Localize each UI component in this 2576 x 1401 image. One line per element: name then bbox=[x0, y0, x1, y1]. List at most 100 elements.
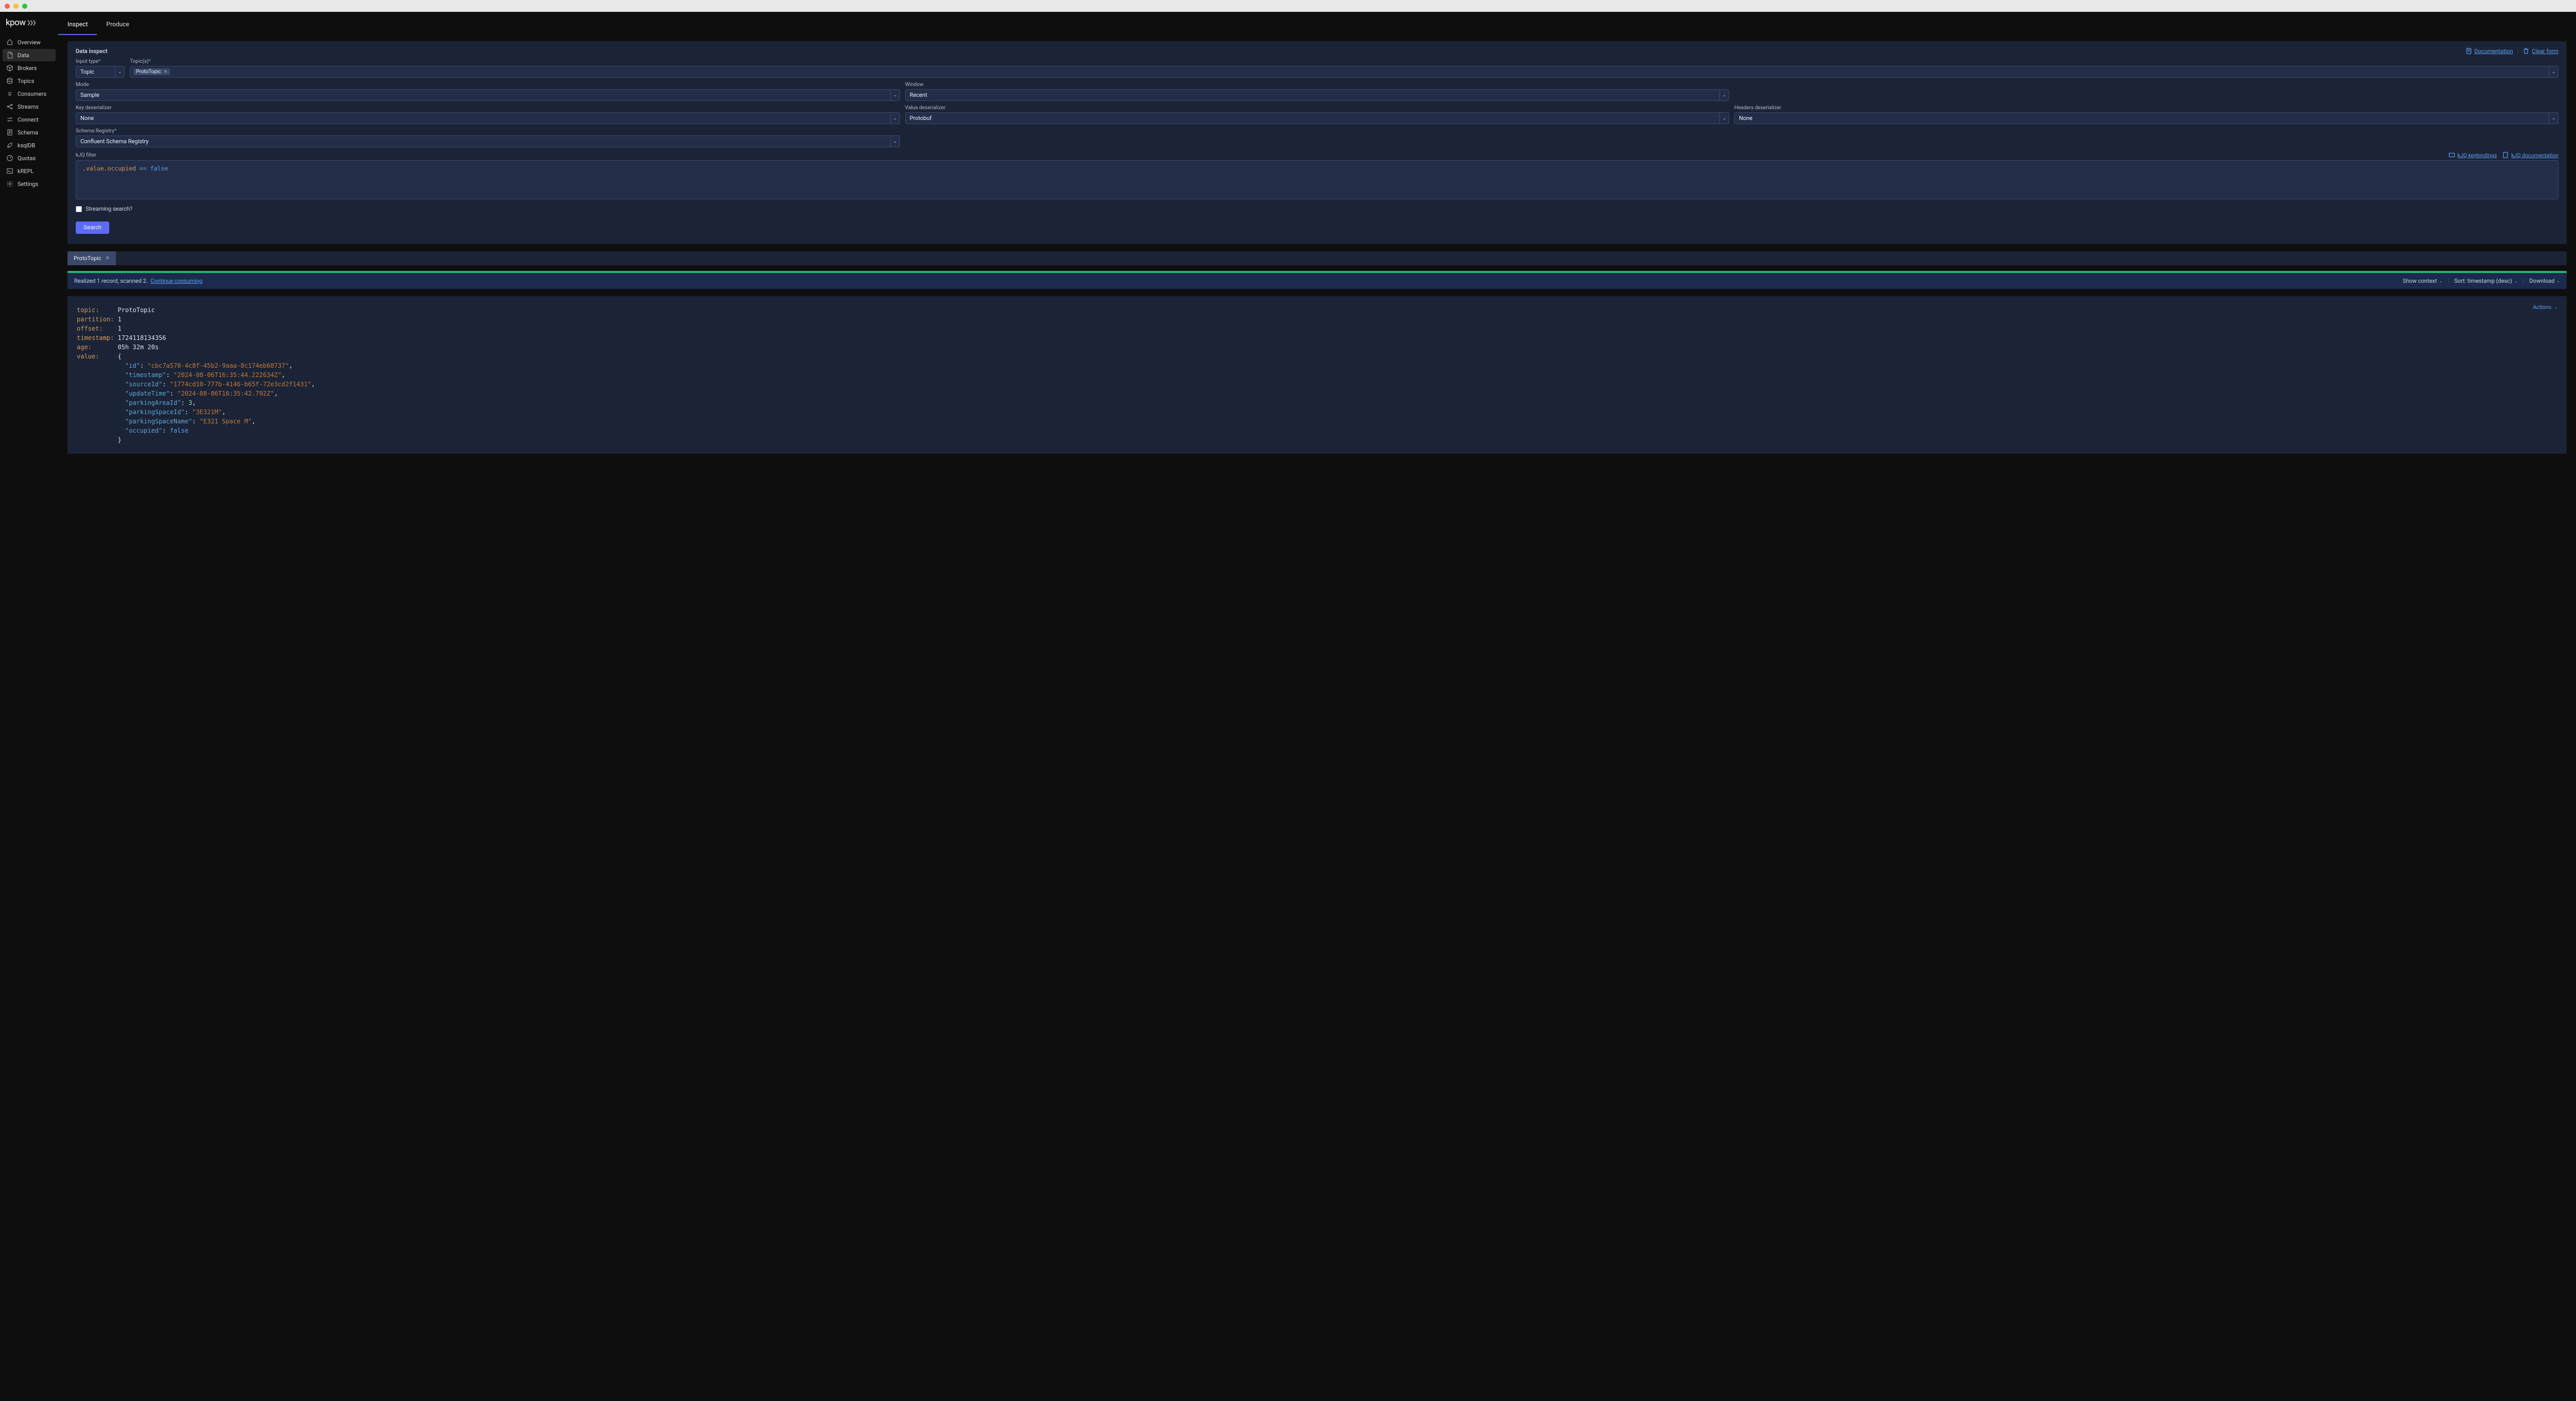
key-deser-label: Key deserializer bbox=[76, 105, 900, 111]
sidebar-item-krepl[interactable]: kREPL bbox=[3, 165, 56, 177]
chevrons-down-icon bbox=[6, 90, 13, 97]
document-icon bbox=[2502, 151, 2509, 159]
schema-registry-value: Confluent Schema Registry bbox=[76, 136, 890, 147]
sidebar-label: Settings bbox=[18, 181, 38, 187]
sidebar-item-topics[interactable]: Topics bbox=[3, 75, 56, 87]
kjq-keybindings-link[interactable]: kJQ keybindings bbox=[2448, 151, 2497, 159]
sidebar-item-overview[interactable]: Overview bbox=[3, 36, 56, 48]
tab-inspect[interactable]: Inspect bbox=[58, 15, 97, 35]
document-icon bbox=[2465, 47, 2472, 55]
val-deser-value: Protobuf bbox=[906, 113, 1720, 124]
status-bar: Realized 1 record, scanned 2. Continue c… bbox=[67, 273, 2567, 289]
chevron-down-icon: ⌄ bbox=[2439, 279, 2443, 283]
close-icon[interactable]: ✕ bbox=[164, 70, 168, 75]
logo-chevrons-icon: ❯❯❯ bbox=[27, 20, 35, 26]
show-context-toggle[interactable]: Show context⌄ bbox=[2403, 278, 2443, 284]
streaming-search-label: Streaming search? bbox=[86, 206, 132, 212]
document-icon bbox=[6, 52, 13, 59]
chevron-down-icon[interactable]: ⌄ bbox=[890, 113, 900, 124]
swap-icon bbox=[6, 116, 13, 123]
gauge-icon bbox=[6, 155, 13, 162]
sidebar-item-connect[interactable]: Connect bbox=[3, 113, 56, 126]
top-tabs: Inspect Produce bbox=[58, 12, 2576, 36]
mode-value: Sample bbox=[76, 90, 890, 100]
record-actions[interactable]: Actions⌄ bbox=[2533, 303, 2557, 312]
sort-toggle[interactable]: Sort: timestamp (desc)⌄ bbox=[2454, 278, 2518, 284]
sidebar: kpow ❯❯❯ Overview Data Brokers Topics bbox=[0, 12, 58, 1401]
chevron-down-icon[interactable]: ⌄ bbox=[890, 136, 900, 147]
schema-registry-select[interactable]: Confluent Schema Registry ⌄ bbox=[76, 135, 900, 147]
key-deser-select[interactable]: None ⌄ bbox=[76, 112, 900, 124]
chevron-down-icon[interactable]: ⌄ bbox=[1719, 113, 1728, 124]
chevron-down-icon: ⌄ bbox=[2554, 304, 2557, 311]
mode-select[interactable]: Sample ⌄ bbox=[76, 89, 900, 101]
input-type-select[interactable]: Topic ⌄ bbox=[76, 66, 125, 78]
window-select[interactable]: Recent ⌄ bbox=[905, 89, 1730, 101]
val-deser-select[interactable]: Protobuf ⌄ bbox=[905, 112, 1730, 124]
minimize-window-icon[interactable] bbox=[13, 4, 19, 9]
cube-icon bbox=[6, 64, 13, 72]
val-deser-label: Value deserializer bbox=[905, 105, 1730, 111]
mode-label: Mode bbox=[76, 82, 900, 88]
sidebar-item-brokers[interactable]: Brokers bbox=[3, 62, 56, 74]
chevron-down-icon: ⌄ bbox=[2514, 279, 2518, 283]
download-toggle[interactable]: Download⌄ bbox=[2529, 278, 2560, 284]
page-icon bbox=[6, 129, 13, 136]
kjq-filter-input[interactable]: .value.occupied == false bbox=[76, 160, 2558, 199]
result-tabs: ProtoTopic ✕ bbox=[67, 251, 2567, 265]
chevron-down-icon[interactable]: ⌄ bbox=[2549, 66, 2558, 77]
chevron-down-icon[interactable]: ⌄ bbox=[890, 90, 900, 100]
sidebar-item-settings[interactable]: Settings bbox=[3, 178, 56, 190]
terminal-icon bbox=[6, 167, 13, 175]
separator: | bbox=[2523, 278, 2524, 284]
kjq-value: false bbox=[150, 165, 168, 172]
sidebar-item-data[interactable]: Data bbox=[3, 49, 56, 61]
keyboard-icon bbox=[2448, 151, 2455, 159]
logo: kpow ❯❯❯ bbox=[0, 15, 58, 36]
clear-form-link[interactable]: Clear form bbox=[2522, 47, 2558, 55]
kjq-docs-link[interactable]: kJQ documentation bbox=[2502, 151, 2558, 159]
main-content: Inspect Produce Data inspect Documentati… bbox=[58, 12, 2576, 1401]
continue-consuming-link[interactable]: Continue consuming bbox=[150, 278, 202, 284]
input-type-label: Input type* bbox=[76, 59, 125, 64]
chevron-down-icon: ⌄ bbox=[2556, 279, 2560, 283]
window-titlebar bbox=[0, 0, 2576, 12]
chevron-down-icon[interactable]: ⌄ bbox=[1719, 90, 1728, 100]
chevron-down-icon[interactable]: ⌄ bbox=[2549, 113, 2558, 124]
chevron-down-icon[interactable]: ⌄ bbox=[115, 66, 124, 77]
sidebar-item-ksqldb[interactable]: ksqlDB bbox=[3, 139, 56, 151]
topics-select[interactable]: ProtoTopic ✕ ⌄ bbox=[130, 66, 2558, 78]
sidebar-item-streams[interactable]: Streams bbox=[3, 100, 56, 113]
logo-text: kpow bbox=[6, 18, 26, 28]
streaming-search-checkbox[interactable] bbox=[76, 206, 82, 212]
search-button[interactable]: Search bbox=[76, 221, 109, 234]
hdr-deser-select[interactable]: None ⌄ bbox=[1734, 112, 2558, 124]
result-tab[interactable]: ProtoTopic ✕ bbox=[67, 251, 116, 265]
rocket-icon bbox=[6, 142, 13, 149]
close-icon[interactable]: ✕ bbox=[106, 255, 110, 261]
status-text: Realized 1 record, scanned 2. bbox=[74, 278, 148, 284]
sidebar-label: Quotas bbox=[18, 155, 36, 162]
kjq-operator: == bbox=[140, 165, 150, 172]
result-tab-label: ProtoTopic bbox=[74, 255, 101, 262]
clear-form-label: Clear form bbox=[2532, 48, 2558, 55]
share-icon bbox=[6, 103, 13, 110]
record-content: topic: ProtoTopic partition: 1 offset: 1… bbox=[77, 305, 2557, 445]
kjq-label: kJQ filter bbox=[76, 152, 96, 158]
sidebar-item-quotas[interactable]: Quotas bbox=[3, 152, 56, 164]
documentation-link[interactable]: Documentation bbox=[2465, 47, 2513, 55]
sidebar-label: kREPL bbox=[18, 168, 33, 175]
sidebar-label: Schema bbox=[18, 129, 38, 136]
sidebar-item-schema[interactable]: Schema bbox=[3, 126, 56, 139]
sidebar-label: Streams bbox=[18, 104, 39, 110]
window-label: Window bbox=[905, 82, 1730, 88]
maximize-window-icon[interactable] bbox=[22, 4, 27, 9]
input-type-value: Topic bbox=[76, 66, 115, 77]
hdr-deser-value: None bbox=[1735, 113, 2549, 124]
topics-chips[interactable]: ProtoTopic ✕ bbox=[130, 66, 2549, 77]
tab-produce[interactable]: Produce bbox=[97, 15, 138, 35]
sidebar-item-consumers[interactable]: Consumers bbox=[3, 88, 56, 100]
topics-label: Topic(s)* bbox=[130, 59, 2558, 64]
close-window-icon[interactable] bbox=[5, 4, 10, 9]
sidebar-label: Overview bbox=[18, 39, 41, 46]
